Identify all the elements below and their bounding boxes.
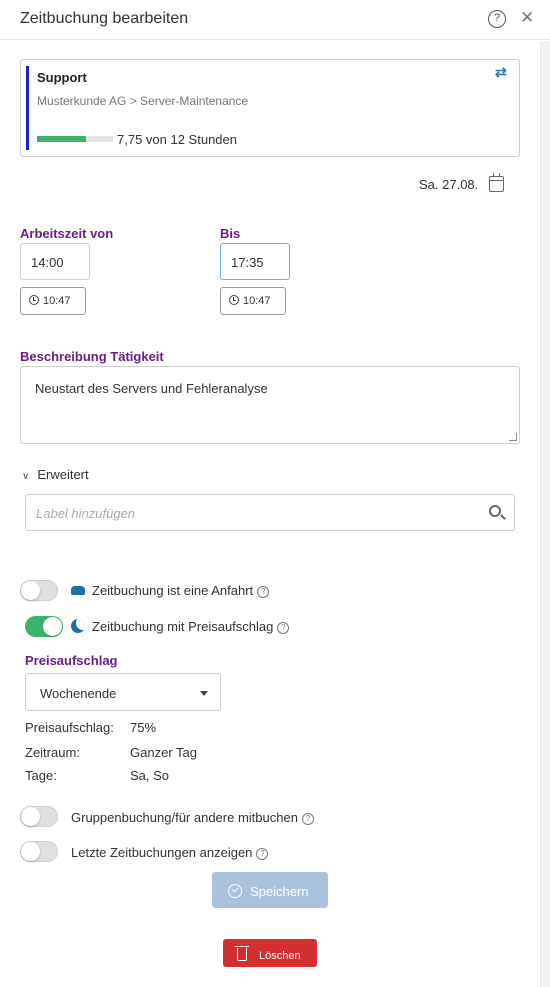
- toggle-knob: [43, 617, 62, 636]
- to-now-button[interactable]: 10:47: [220, 287, 286, 315]
- close-icon[interactable]: ✕: [520, 8, 534, 28]
- from-now-button[interactable]: 10:47: [20, 287, 86, 315]
- worktime-to-label: Bis: [220, 226, 241, 241]
- surcharge-toggle-label: Zeitbuchung mit Preisaufschlag: [92, 619, 274, 634]
- worktime-to-input[interactable]: 17:35: [220, 243, 290, 280]
- save-button[interactable]: Speichern: [212, 872, 328, 908]
- period-key: Zeitraum:: [25, 745, 80, 760]
- recent-bookings-label: Letzte Zeitbuchungen anzeigen: [71, 845, 253, 860]
- surcharge-label: Preisaufschlag: [25, 653, 118, 668]
- surcharge-row: Zeitbuchung mit Preisaufschlag?: [92, 619, 290, 635]
- help-icon[interactable]: ?: [488, 10, 506, 28]
- booking-date[interactable]: Sa. 27.08.: [419, 177, 478, 192]
- label-search-input[interactable]: Label hinzufügen: [25, 494, 515, 531]
- hours-progress-bar: [37, 136, 113, 142]
- days-value: Sa, So: [130, 768, 170, 783]
- help-icon[interactable]: ?: [256, 848, 269, 860]
- calendar-icon[interactable]: [489, 173, 504, 192]
- group-booking-label: Gruppenbuchung/für andere mitbuchen: [71, 810, 298, 825]
- chevron-down-icon: ∨: [22, 471, 30, 482]
- help-icon[interactable]: ?: [277, 622, 290, 634]
- project-card: Support Musterkunde AG > Server-Maintena…: [20, 59, 520, 157]
- surcharge-key: Preisaufschlag:: [25, 720, 114, 735]
- project-breadcrumb: Musterkunde AG > Server-Maintenance: [37, 94, 249, 108]
- travel-label: Zeitbuchung ist eine Anfahrt: [92, 583, 254, 598]
- search-icon[interactable]: [489, 505, 501, 517]
- travel-toggle[interactable]: [20, 580, 58, 601]
- description-textarea[interactable]: Neustart des Servers und Fehleranalyse: [20, 366, 520, 444]
- recent-bookings-row: Letzte Zeitbuchungen anzeigen?: [71, 845, 269, 861]
- save-label: Speichern: [250, 884, 309, 899]
- surcharge-selected: Wochenende: [40, 686, 117, 701]
- surcharge-value: 75%: [130, 720, 157, 735]
- period-value: Ganzer Tag: [130, 745, 197, 760]
- from-now-time: 10:47: [43, 295, 71, 307]
- toggle-knob: [21, 807, 40, 826]
- to-now-time: 10:47: [243, 295, 271, 307]
- check-circle-icon: [228, 884, 242, 898]
- days-key: Tage:: [25, 768, 57, 783]
- extended-label: Erweitert: [37, 467, 89, 482]
- dropdown-caret-icon: [200, 691, 208, 696]
- description-label: Beschreibung Tätigkeit: [20, 349, 164, 364]
- hours-text: 7,75 von 12 Stunden: [117, 132, 237, 147]
- help-icon[interactable]: ?: [301, 813, 314, 825]
- project-accent-bar: [26, 66, 29, 150]
- clock-icon: [229, 295, 239, 305]
- switch-project-icon[interactable]: ⇄: [495, 64, 507, 81]
- worktime-from-input[interactable]: 14:00: [20, 243, 90, 280]
- surcharge-toggle[interactable]: [25, 616, 63, 637]
- delete-label: Löschen: [259, 950, 301, 962]
- moon-icon: [71, 619, 85, 633]
- delete-button[interactable]: Löschen: [223, 939, 317, 967]
- recent-bookings-toggle[interactable]: [20, 841, 58, 862]
- surcharge-select[interactable]: Wochenende: [25, 673, 221, 711]
- toggle-knob: [21, 581, 40, 600]
- travel-row: Zeitbuchung ist eine Anfahrt?: [92, 583, 270, 599]
- group-booking-toggle[interactable]: [20, 806, 58, 827]
- worktime-from-label: Arbeitszeit von: [20, 226, 114, 241]
- clock-icon: [29, 295, 39, 305]
- car-icon: [71, 586, 85, 595]
- help-icon[interactable]: ?: [257, 586, 270, 598]
- extended-toggle[interactable]: ∨ Erweitert: [22, 467, 89, 482]
- description-text: Neustart des Servers und Fehleranalyse: [35, 381, 268, 396]
- dialog-title: Zeitbuchung bearbeiten: [20, 10, 189, 27]
- hours-progress-fill: [37, 136, 87, 142]
- toggle-knob: [21, 842, 40, 861]
- trash-icon: [235, 946, 249, 961]
- project-title: Support: [37, 70, 87, 85]
- resize-handle[interactable]: [509, 433, 517, 441]
- scrollbar[interactable]: [540, 41, 550, 987]
- dialog-header: Zeitbuchung bearbeiten ? ✕: [0, 0, 550, 40]
- group-booking-row: Gruppenbuchung/für andere mitbuchen?: [71, 810, 314, 826]
